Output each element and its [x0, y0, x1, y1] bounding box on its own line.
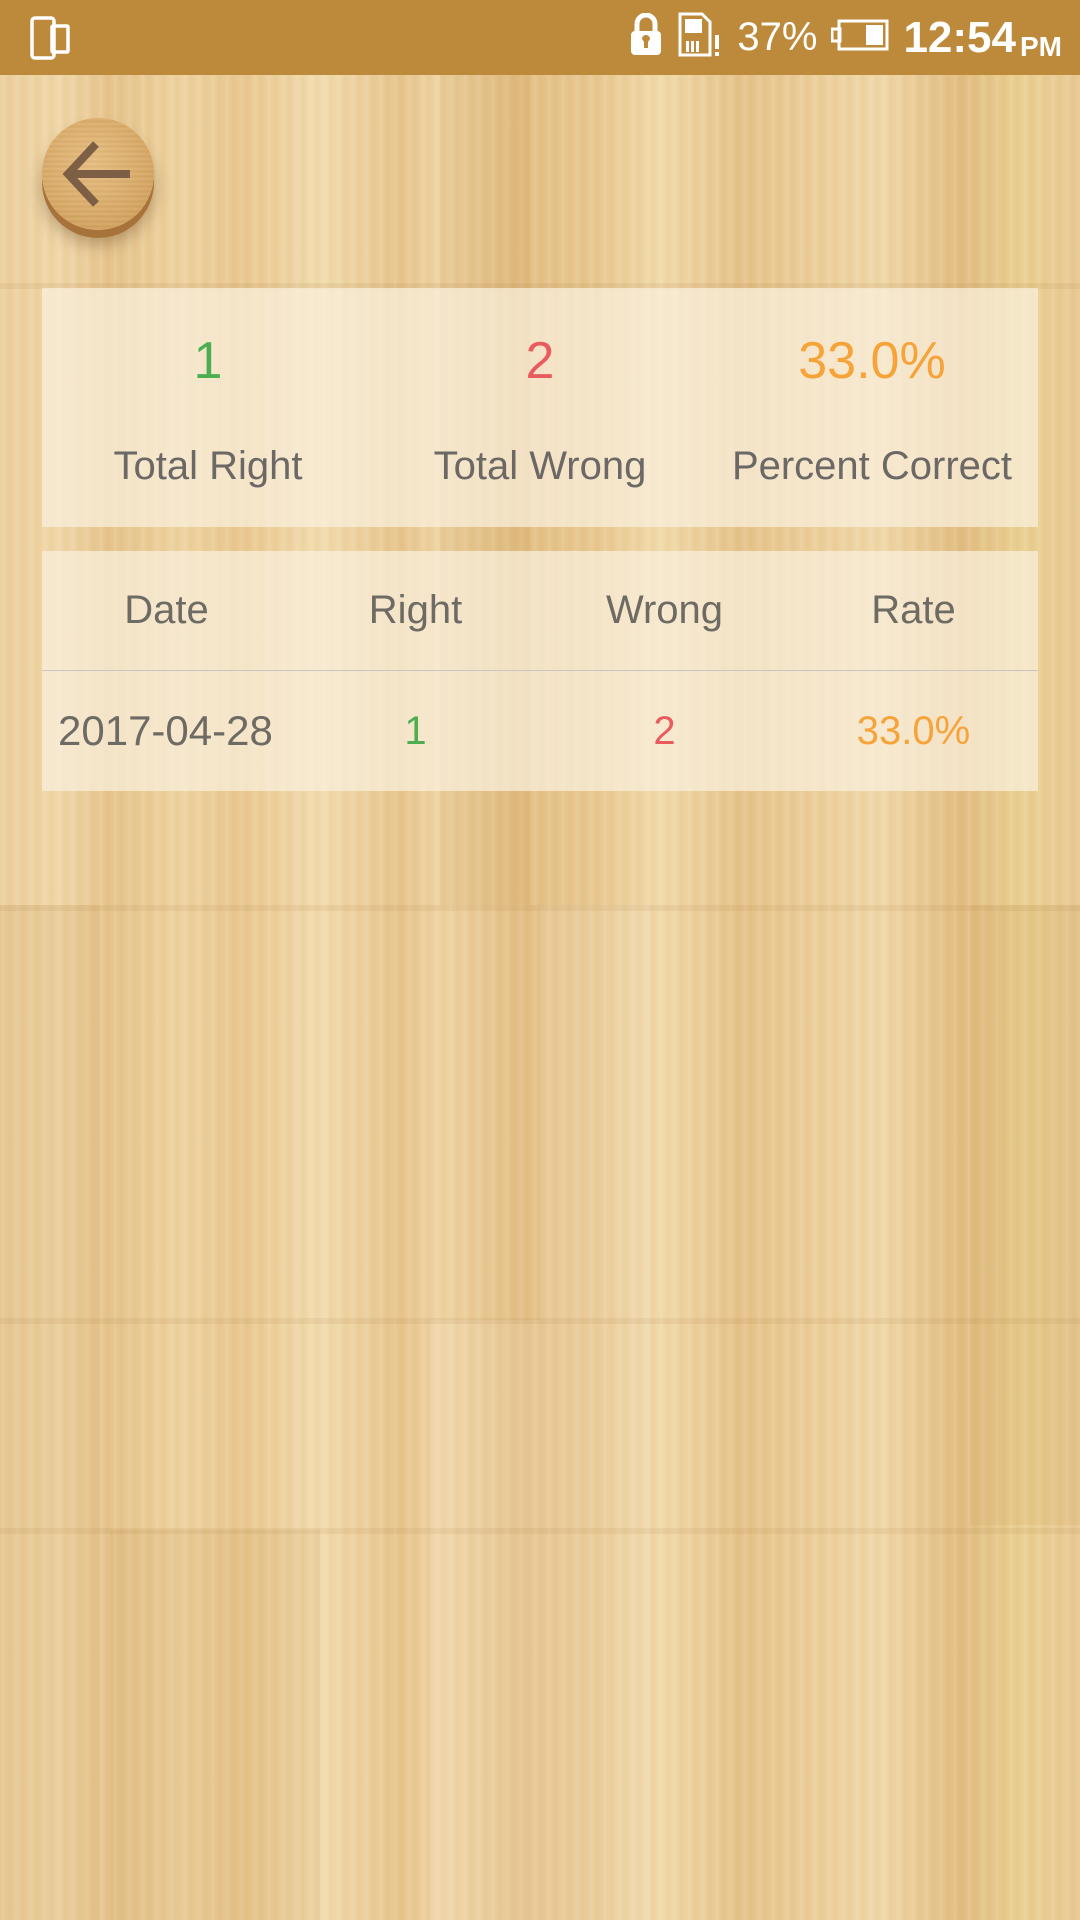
status-bar: 37% 12:54 PM: [0, 0, 1080, 75]
wood-plank: [970, 905, 1080, 1525]
column-header-wrong: Wrong: [605, 588, 724, 632]
total-wrong-stat: 2 Total Wrong: [374, 288, 706, 527]
wood-seam: [0, 905, 1080, 911]
wood-seam: [0, 1528, 1080, 1534]
wood-plank: [0, 905, 100, 1920]
wood-plank: [110, 1530, 320, 1920]
total-right-value: 1: [193, 332, 223, 390]
percent-correct-stat: 33.0% Percent Correct: [706, 288, 1038, 527]
arrow-left-icon: [62, 141, 130, 207]
wood-plank: [430, 1320, 540, 1920]
history-table: Date Right Wrong Rate 2017-04-28 1 2 33.…: [42, 551, 1038, 791]
status-bar-right: 37% 12:54 PM: [629, 0, 1062, 75]
row-right: 1: [404, 708, 427, 753]
summary-card: 1 Total Right 2 Total Wrong 33.0% Percen…: [42, 288, 1038, 527]
table-header-row: Date Right Wrong Rate: [42, 551, 1038, 671]
percent-correct-value: 33.0%: [798, 332, 946, 390]
clock-time: 12:54: [903, 12, 1016, 62]
column-header-right: Right: [368, 588, 463, 632]
percent-correct-label: Percent Correct: [731, 444, 1013, 488]
back-button[interactable]: [42, 118, 154, 230]
battery-percent: 37%: [737, 15, 818, 59]
total-wrong-value: 2: [525, 332, 555, 390]
column-header-rate: Rate: [871, 588, 956, 632]
lock-icon: [629, 12, 663, 62]
battery-icon: [830, 19, 889, 56]
clock-ampm: PM: [1020, 30, 1062, 62]
sim-alert-icon: [677, 11, 723, 64]
column-header-date: Date: [124, 588, 209, 632]
wood-seam: [0, 1318, 1080, 1324]
clock: 12:54 PM: [903, 13, 1062, 63]
table-row: 2017-04-28 1 2 33.0%: [42, 671, 1038, 791]
row-rate: 33.0%: [856, 708, 971, 753]
screen-mirror-icon: [30, 16, 72, 65]
row-wrong: 2: [653, 708, 676, 753]
total-right-stat: 1 Total Right: [42, 288, 374, 527]
total-wrong-label: Total Wrong: [433, 444, 647, 488]
total-right-label: Total Right: [113, 444, 303, 488]
wood-plank: [540, 905, 650, 1920]
row-date: 2017-04-28: [58, 707, 273, 754]
